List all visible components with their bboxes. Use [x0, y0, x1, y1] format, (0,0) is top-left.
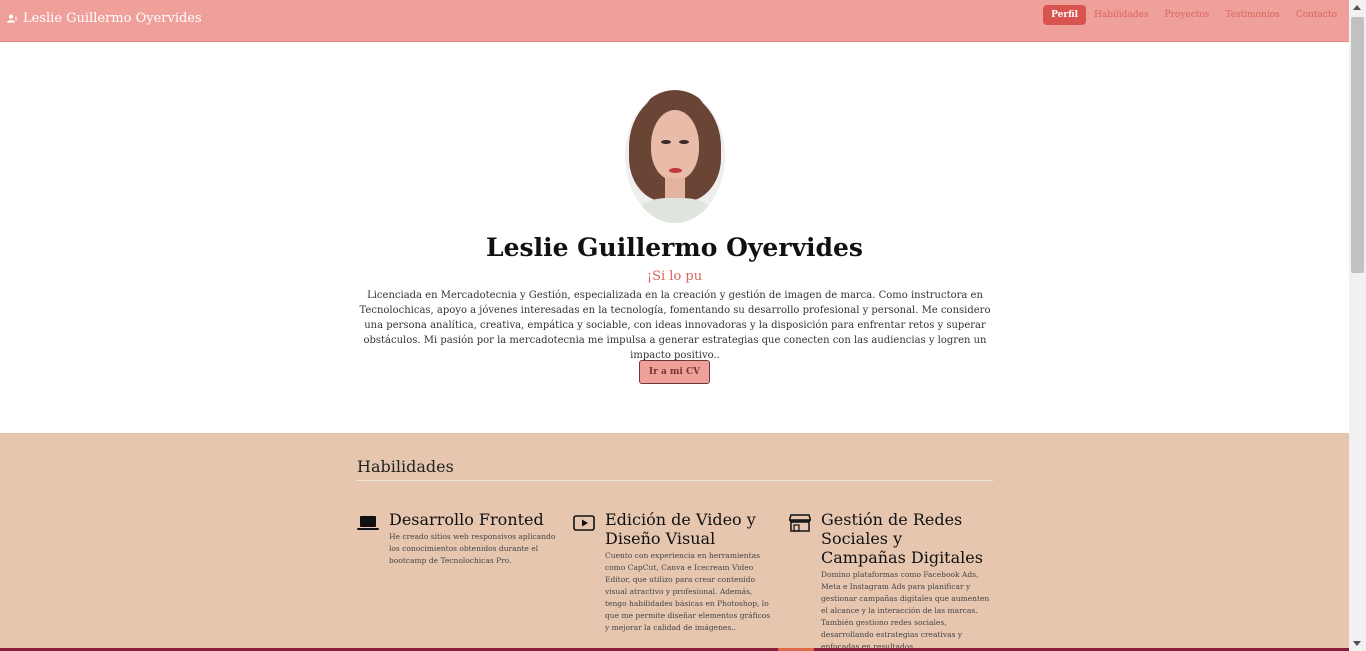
- main-nav: Perfil Habilidades Proyectos Testimonios…: [1043, 5, 1345, 25]
- skill-title: Desarrollo Fronted: [389, 510, 544, 529]
- profile-name: Leslie Guillermo Oyervides: [486, 233, 863, 262]
- skill-title: Gestión de Redes Sociales y Campañas Dig…: [821, 510, 983, 567]
- nav-link-habilidades[interactable]: Habilidades: [1086, 5, 1156, 25]
- skills-title: Habilidades: [357, 457, 454, 476]
- cv-button[interactable]: Ir a mi CV: [639, 360, 710, 384]
- skills-section: Habilidades Desarrollo Fronted He creado…: [0, 433, 1349, 651]
- nav-link-testimonios[interactable]: Testimonios: [1217, 5, 1287, 25]
- profile-photo: [625, 90, 725, 223]
- scrollbar-thumb[interactable]: [1351, 17, 1364, 273]
- page: Leslie Guillermo Oyervides Perfil Habili…: [0, 0, 1349, 651]
- profile-section: Leslie Guillermo Oyervides ¡Si lo pu Lic…: [0, 42, 1349, 433]
- skills-divider: [357, 480, 993, 481]
- nav-link-proyectos[interactable]: Proyectos: [1157, 5, 1218, 25]
- skill-title: Edición de Video y Diseño Visual: [605, 510, 756, 548]
- laptop-icon: [357, 516, 379, 530]
- user-icon: [7, 14, 17, 23]
- nav-link-contacto[interactable]: Contacto: [1288, 5, 1345, 25]
- navbar: Leslie Guillermo Oyervides Perfil Habili…: [0, 0, 1349, 42]
- play-icon: [573, 515, 595, 531]
- nav-link-perfil[interactable]: Perfil: [1043, 5, 1087, 25]
- profile-tagline: ¡Si lo pu: [646, 269, 703, 284]
- skill-description: Cuento con experiencia en herramientas c…: [605, 551, 771, 632]
- skill-description: Domino plataformas como Facebook Ads, Me…: [821, 570, 990, 651]
- skill-description: He creado sitios web responsivos aplican…: [389, 532, 556, 565]
- scroll-down-arrow-icon[interactable]: [1353, 641, 1361, 646]
- brand-name: Leslie Guillermo Oyervides: [23, 11, 202, 26]
- brand-link[interactable]: Leslie Guillermo Oyervides: [7, 11, 202, 26]
- shop-icon: [789, 514, 811, 532]
- scroll-up-arrow-icon[interactable]: [1353, 5, 1361, 10]
- vertical-scrollbar[interactable]: [1349, 0, 1366, 651]
- profile-bio: Licenciada en Mercadotecnia y Gestión, e…: [359, 290, 991, 361]
